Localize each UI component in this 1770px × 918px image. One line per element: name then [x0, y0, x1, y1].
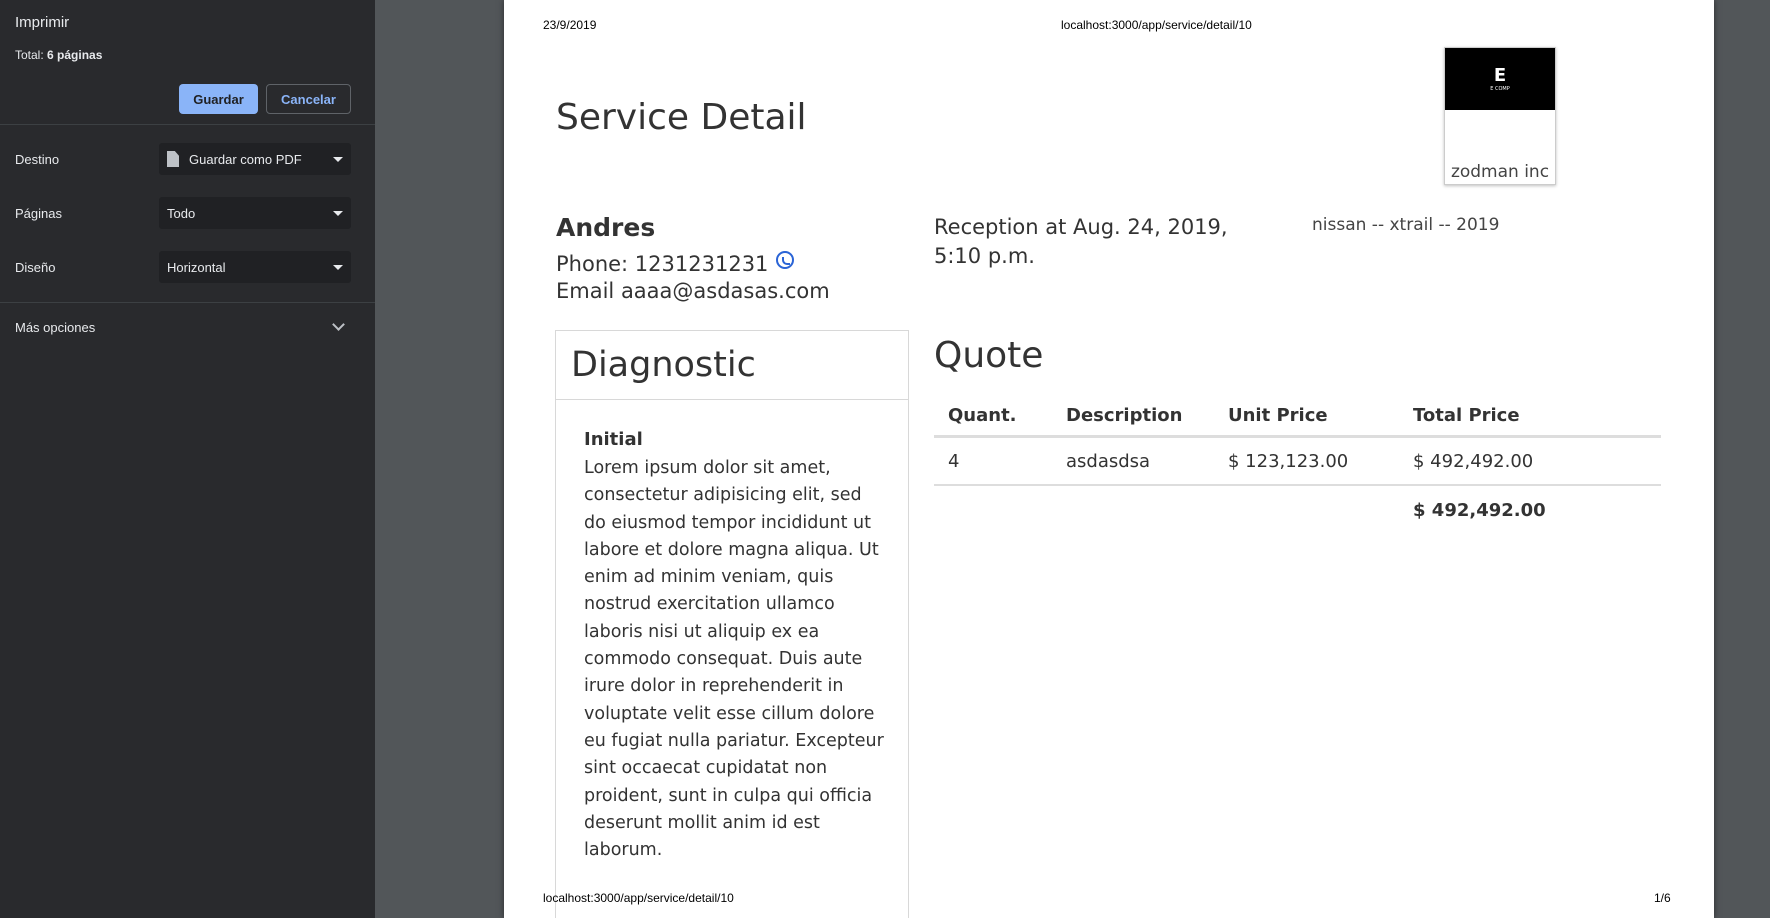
logo-text: E COMP — [1490, 85, 1510, 92]
destination-select[interactable]: Guardar como PDF — [159, 143, 351, 175]
cell-total-price: $ 492,492.00 — [1399, 436, 1661, 486]
header-url: localhost:3000/app/service/detail/10 — [1061, 18, 1252, 32]
chevron-down-icon[interactable] — [332, 318, 345, 331]
col-header-unit-price: Unit Price — [1214, 395, 1399, 438]
table-total-row: $ 492,492.00 — [934, 485, 1661, 534]
cancel-button[interactable]: Cancelar — [266, 84, 351, 114]
col-header-description: Description — [1052, 395, 1214, 438]
logo-mark-icon: E — [1493, 64, 1507, 86]
destination-label: Destino — [15, 152, 60, 167]
save-button[interactable]: Guardar — [179, 84, 258, 114]
diagnostic-subtitle: Initial — [584, 429, 643, 450]
cell-unit-price: $ 123,123.00 — [1214, 436, 1399, 486]
table-row: 4 asdasdsa $ 123,123.00 $ 492,492.00 — [934, 436, 1661, 486]
pages-select[interactable]: Todo — [159, 197, 351, 229]
quote-title: Quote — [934, 335, 1044, 376]
col-header-quantity: Quant. — [934, 395, 1052, 438]
divider — [0, 124, 375, 125]
company-logo: E E COMP — [1445, 48, 1555, 110]
print-title: Imprimir — [15, 14, 70, 31]
client-phone: Phone: 1231231231 — [556, 252, 769, 276]
quote-total: $ 492,492.00 — [1413, 499, 1546, 521]
dropdown-arrow-icon — [333, 211, 343, 216]
dropdown-arrow-icon — [333, 265, 343, 270]
divider — [0, 302, 375, 303]
diagnostic-title: Diagnostic — [571, 345, 756, 385]
print-preview-page: 23/9/2019 localhost:3000/app/service/det… — [504, 0, 1714, 918]
cell-quantity: 4 — [934, 436, 1052, 486]
client-name: Andres — [556, 213, 656, 242]
vehicle-info: nissan -- xtrail -- 2019 — [1312, 215, 1500, 235]
header-date: 23/9/2019 — [543, 18, 597, 32]
diagnostic-header: Diagnostic — [556, 331, 908, 400]
reception-date: Reception at Aug. 24, 2019, 5:10 p.m. — [934, 215, 1228, 268]
print-settings-panel: Imprimir Total: 6 páginas Guardar Cancel… — [0, 0, 375, 918]
total-pages-value: 6 páginas — [47, 48, 103, 62]
whatsapp-icon[interactable] — [776, 251, 795, 269]
pages-value: Todo — [167, 205, 196, 221]
total-pages: Total: 6 páginas — [15, 48, 102, 62]
more-options-toggle[interactable]: Más opciones — [15, 320, 95, 335]
layout-value: Horizontal — [167, 259, 226, 275]
diagnostic-text: Lorem ipsum dolor sit amet, consectetur … — [584, 458, 884, 861]
destination-value: Guardar como PDF — [189, 151, 302, 167]
layout-label: Diseño — [15, 260, 56, 275]
company-card: E E COMP zodman inc — [1444, 47, 1556, 185]
client-email: Email aaaa@asdasas.com — [556, 279, 830, 303]
page-title: Service Detail — [556, 97, 807, 138]
table-header-row: Quant. Description Unit Price Total Pric… — [934, 395, 1661, 438]
quote-table: Quant. Description Unit Price Total Pric… — [934, 395, 1661, 534]
footer-page-number: 1/6 — [1654, 891, 1671, 905]
document-icon — [167, 151, 179, 167]
company-name: zodman inc — [1450, 162, 1550, 182]
total-prefix: Total: — [15, 48, 44, 62]
cell-description: asdasdsa — [1052, 436, 1214, 486]
footer-url: localhost:3000/app/service/detail/10 — [543, 891, 734, 905]
client-phone-line: Phone: 1231231231 — [556, 251, 795, 276]
pages-label: Páginas — [15, 206, 62, 221]
diagnostic-card: Diagnostic Initial Lorem ipsum dolor sit… — [555, 330, 909, 918]
layout-select[interactable]: Horizontal — [159, 251, 351, 283]
dropdown-arrow-icon — [333, 157, 343, 162]
col-header-total-price: Total Price — [1399, 395, 1661, 438]
